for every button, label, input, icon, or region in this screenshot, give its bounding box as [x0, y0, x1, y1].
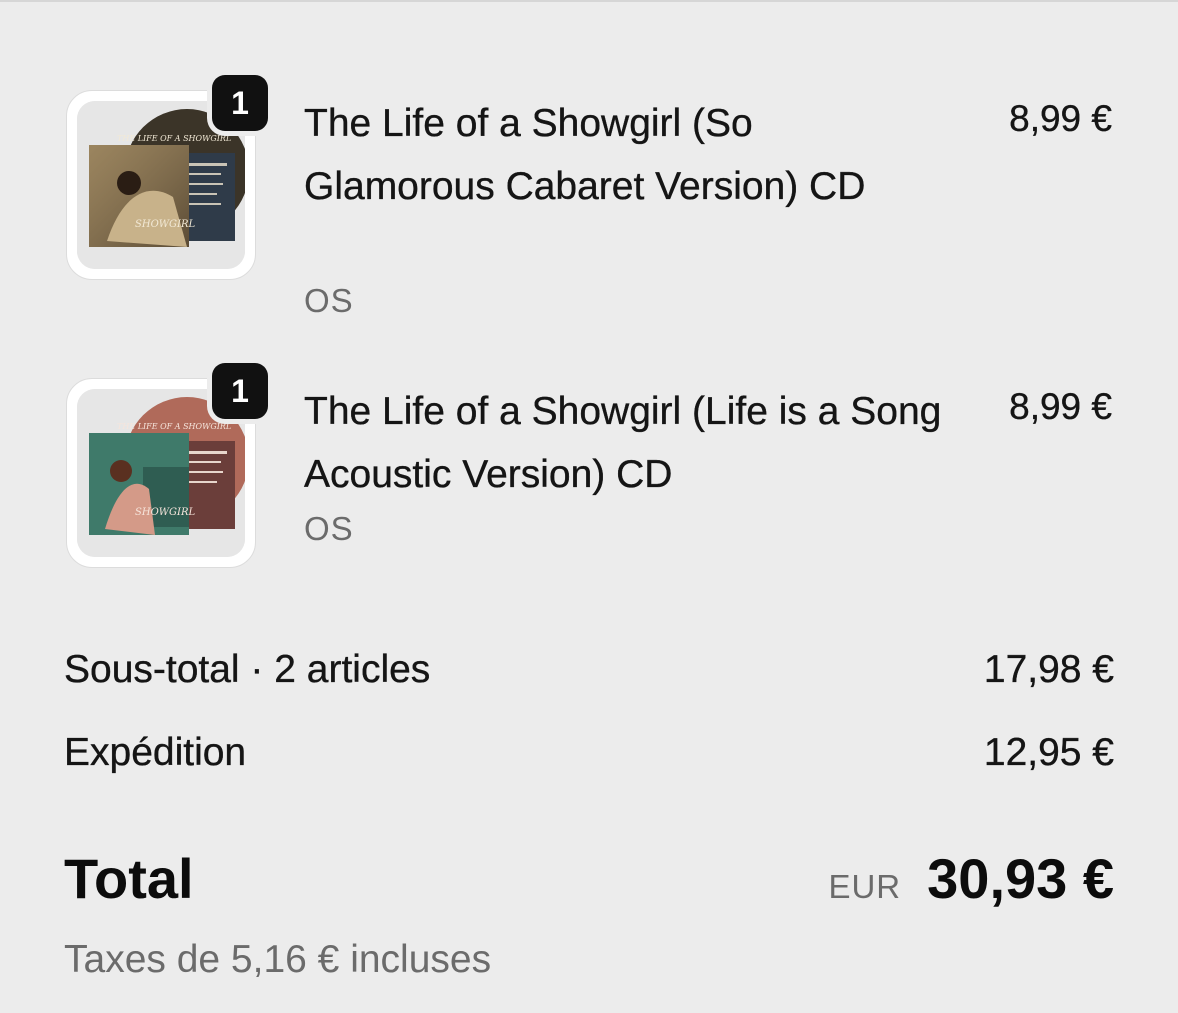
product-price: 8,99 €	[1009, 98, 1112, 139]
subtotal-row: Sous-total · 2 articles 17,98 €	[64, 648, 1114, 692]
shipping-value: 12,95 €	[983, 731, 1114, 774]
quantity-badge: 1	[207, 70, 273, 136]
quantity-badge: 1	[207, 358, 273, 424]
order-summary-page: THE LIFE OF A SHOWGIRL SHOWGIRL 1 The Li…	[0, 0, 1178, 1013]
top-divider	[0, 0, 1178, 2]
svg-text:SHOWGIRL: SHOWGIRL	[135, 507, 196, 518]
total-label: Total	[64, 847, 194, 910]
total-row: Total EUR 30,93 €	[64, 846, 1114, 911]
quantity-value: 1	[212, 75, 268, 131]
cover-text: THE LIFE OF A SHOWGIRL	[117, 134, 231, 143]
currency-code: EUR	[828, 868, 902, 905]
cover-text: THE LIFE OF A SHOWGIRL	[117, 422, 231, 431]
product-price: 8,99 €	[1009, 386, 1112, 427]
product-vendor: OS	[304, 282, 354, 319]
taxes-note: Taxes de 5,16 € incluses	[64, 938, 492, 981]
quantity-value: 1	[212, 363, 268, 419]
shipping-row: Expédition 12,95 €	[64, 731, 1114, 775]
product-title[interactable]: The Life of a Showgirl (Life is a Song A…	[304, 380, 944, 506]
subtotal-label: Sous-total · 2 articles	[64, 648, 431, 691]
svg-text:SHOWGIRL: SHOWGIRL	[135, 219, 196, 230]
shipping-label: Expédition	[64, 731, 247, 774]
product-title[interactable]: The Life of a Showgirl (So Glamorous Cab…	[304, 92, 944, 218]
total-value: 30,93 €	[927, 847, 1114, 910]
subtotal-value: 17,98 €	[983, 648, 1114, 691]
product-vendor: OS	[304, 510, 354, 547]
